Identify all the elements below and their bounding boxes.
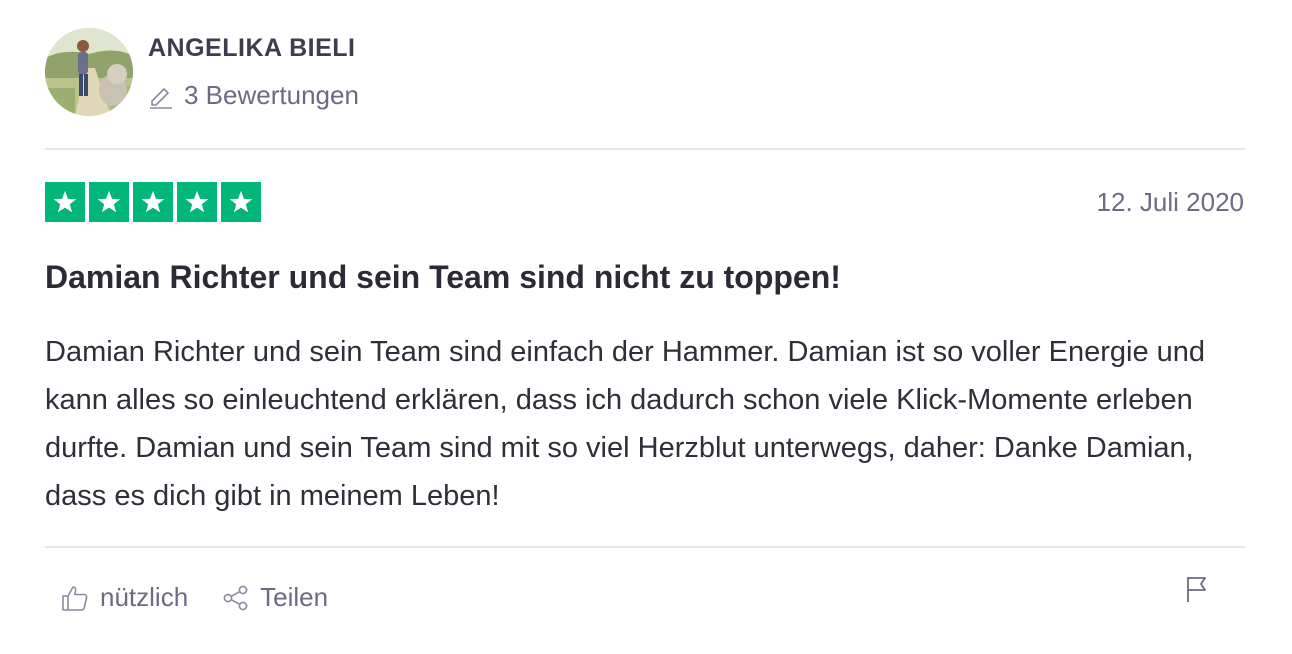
star-rating — [45, 182, 261, 222]
review-count: 3 Bewertungen — [148, 80, 359, 111]
star-icon — [221, 182, 261, 222]
pencil-icon — [150, 87, 172, 109]
thumbs-up-icon — [62, 585, 88, 611]
helpful-button[interactable]: nützlich — [60, 582, 188, 613]
report-button[interactable] — [1184, 574, 1210, 609]
review-card: ANGELIKA BIELI 3 Bewertungen 12. Juli 20… — [0, 0, 1292, 654]
helpful-label: nützlich — [100, 582, 189, 612]
review-date: 12. Juli 2020 — [1096, 187, 1244, 217]
review-actions: nützlich Teilen — [60, 582, 328, 613]
share-label: Teilen — [260, 582, 329, 612]
flag-icon — [1187, 577, 1206, 602]
review-title[interactable]: Damian Richter und sein Team sind nicht … — [45, 259, 841, 296]
divider — [45, 546, 1245, 548]
review-count-label: 3 Bewertungen — [184, 80, 359, 110]
reviewer-photo — [45, 28, 133, 116]
divider — [45, 148, 1245, 150]
share-button[interactable]: Teilen — [222, 582, 328, 613]
reviewer-name[interactable]: ANGELIKA BIELI — [148, 34, 355, 63]
star-icon — [45, 182, 85, 222]
star-icon — [89, 182, 129, 222]
avatar[interactable] — [45, 28, 133, 116]
star-icon — [177, 182, 217, 222]
review-text: Damian Richter und sein Team sind einfac… — [45, 336, 1206, 512]
star-icon — [133, 182, 173, 222]
share-icon — [223, 585, 248, 610]
